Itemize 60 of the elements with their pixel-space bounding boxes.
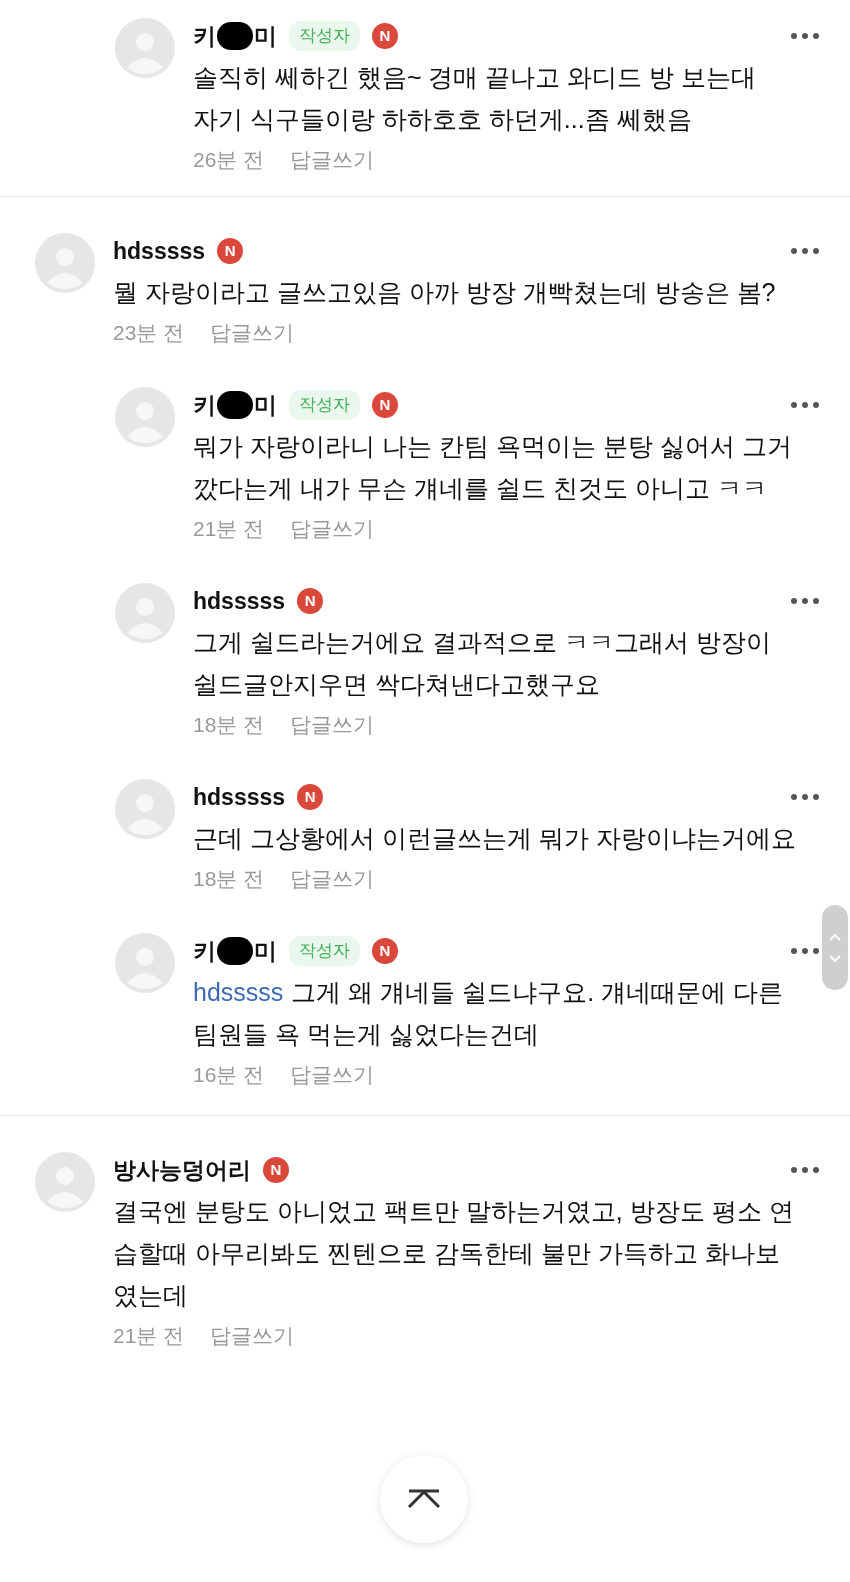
comment-time: 26분 전 bbox=[193, 147, 265, 174]
new-badge: N bbox=[372, 392, 398, 418]
author-tag: 작성자 bbox=[289, 390, 360, 420]
author-name: 미 bbox=[254, 390, 277, 420]
new-badge: N bbox=[297, 588, 324, 614]
more-icon[interactable] bbox=[790, 247, 820, 255]
reply-link[interactable]: 답글쓰기 bbox=[210, 1320, 295, 1352]
author-name: 미 bbox=[254, 936, 277, 966]
comment-time: 21분 전 bbox=[193, 516, 265, 543]
reply-link[interactable]: 답글쓰기 bbox=[290, 513, 375, 545]
more-icon[interactable] bbox=[790, 401, 820, 409]
author-name: 방사능덩어리 bbox=[113, 1155, 251, 1185]
author-name: 키 bbox=[193, 390, 216, 420]
avatar-icon bbox=[115, 387, 175, 447]
reply-link[interactable]: 답글쓰기 bbox=[290, 709, 375, 741]
avatar-icon bbox=[115, 933, 175, 993]
author-name: hdsssss bbox=[193, 586, 286, 616]
avatar-icon bbox=[115, 18, 175, 78]
new-badge: N bbox=[372, 23, 398, 49]
chevron-up-icon bbox=[407, 1489, 441, 1509]
more-icon[interactable] bbox=[790, 793, 820, 801]
comment-time: 18분 전 bbox=[193, 712, 265, 739]
author-name: 키 bbox=[193, 936, 216, 966]
more-icon[interactable] bbox=[790, 597, 820, 605]
reply-link[interactable]: 답글쓰기 bbox=[290, 1059, 375, 1091]
comment-text: 결국엔 분탕도 아니었고 팩트만 말하는거였고, 방장도 평소 연습할때 아무리봐도 찐텐으로 감독한테 불만 가득하고 화나보였는데 bbox=[113, 1196, 795, 1311]
chevron-down-icon bbox=[829, 954, 841, 962]
reply-link[interactable]: 답글쓰기 bbox=[210, 317, 295, 349]
chevron-up-icon bbox=[829, 933, 841, 941]
comment-text: 그게 쉴드라는거에요 결과적으로 ㅋㅋ그래서 방장이 쉴드글안지우면 싹다쳐낸다고했구요 bbox=[193, 627, 772, 700]
avatar-icon bbox=[115, 583, 175, 643]
author-name: 키 bbox=[193, 21, 216, 51]
comment-text: 뭐가 자랑이라니 나는 칸팀 욕먹이는 분탕 싫어서 그거 깠다는게 내가 무슨 걔네를 쉴드 친것도 아니고 ㅋㅋ bbox=[193, 431, 793, 504]
more-icon[interactable] bbox=[790, 1166, 820, 1174]
avatar-icon bbox=[115, 779, 175, 839]
reply-link[interactable]: 답글쓰기 bbox=[290, 144, 375, 176]
more-icon[interactable] bbox=[790, 32, 820, 40]
more-icon[interactable] bbox=[790, 947, 820, 955]
comment-time: 16분 전 bbox=[193, 1062, 265, 1089]
new-badge: N bbox=[297, 784, 324, 810]
new-badge: N bbox=[263, 1157, 289, 1183]
author-name: hdsssss bbox=[193, 782, 286, 812]
author-name: 미 bbox=[254, 21, 277, 51]
author-name: hdsssss bbox=[113, 236, 206, 266]
comment-text: 근데 그상황에서 이런글쓰는게 뭐가 자랑이냐는거에요 bbox=[193, 823, 797, 854]
avatar-icon bbox=[35, 233, 95, 293]
comment-text: hdsssss 그게 왜 걔네들 쉴드냐구요. 걔네때문에 다른 팀원들 욕 먹는게 싫었다는건데 bbox=[193, 977, 784, 1050]
author-tag: 작성자 bbox=[289, 21, 360, 51]
reply-link[interactable]: 답글쓰기 bbox=[290, 863, 375, 895]
author-tag: 작성자 bbox=[289, 936, 360, 966]
new-badge: N bbox=[217, 238, 244, 264]
comment-text: 솔직히 쎄하긴 했음~ 경매 끝나고 와디드 방 보는대 자기 식구들이랑 하하호호 하던게...좀 쎄했음 bbox=[193, 62, 758, 135]
comment-text: 뭘 자랑이라고 글쓰고있음 아까 방장 개빡쳤는데 방송은 봄? bbox=[113, 277, 777, 308]
comment-time: 23분 전 bbox=[113, 320, 185, 347]
scroll-handle[interactable] bbox=[822, 905, 848, 990]
comment-time: 21분 전 bbox=[113, 1323, 185, 1350]
avatar-icon bbox=[35, 1152, 95, 1212]
mention-link[interactable]: hdsssss bbox=[193, 978, 284, 1006]
new-badge: N bbox=[372, 938, 398, 964]
comment-time: 18분 전 bbox=[193, 866, 265, 893]
